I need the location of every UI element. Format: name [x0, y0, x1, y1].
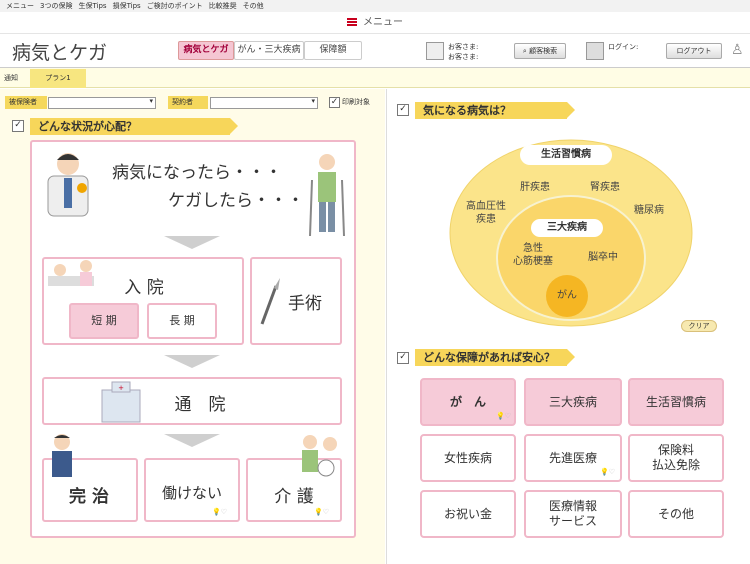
lightbulb-icon: 💡♡ — [314, 508, 329, 516]
logout-button[interactable]: ログアウト — [666, 43, 722, 59]
hospital-building-icon: + — [101, 381, 141, 423]
contractor-label: 契約者 — [168, 96, 208, 109]
top-menu-bar: メニュー 3つの保険 生保Tips 損保Tips ご検討のポイント 比較推奨 その他 — [0, 0, 750, 12]
search-icon: ⌕ — [522, 47, 527, 55]
menu-label: メニュー — [363, 17, 403, 28]
worry-section-checkbox[interactable]: ✓ — [12, 120, 24, 132]
insured-label: 被保険者 — [5, 96, 47, 109]
recovered-person-illustration — [52, 434, 72, 477]
tab-cancer-three-major[interactable]: がん・三大疾病 — [234, 41, 304, 60]
top-menu-item[interactable]: 生保Tips — [78, 2, 106, 10]
top-menu-item[interactable]: 比較推奨 — [209, 2, 237, 10]
care-label: 介 護 — [274, 487, 314, 507]
top-menu-item[interactable]: 3つの保険 — [40, 2, 72, 10]
hospital-bed-illustration — [48, 260, 94, 286]
coverage-section-title: どんな保障があれば安心？ — [415, 349, 575, 366]
lightbulb-icon: 💡♡ — [600, 468, 615, 476]
long-term-button[interactable]: 長 期 — [147, 303, 217, 339]
lightbulb-icon: 💡♡ — [212, 508, 227, 516]
lifestyle-disease-label[interactable]: 生活習慣病 — [520, 145, 612, 165]
print-checkbox[interactable]: ✓ — [329, 97, 340, 108]
customer-search-button[interactable]: ⌕ 顧客検索 — [514, 43, 566, 59]
insured-select[interactable] — [48, 97, 156, 109]
hospital-label: 入 院 — [124, 278, 164, 298]
tab-coverage-amount[interactable]: 保障額 — [304, 41, 362, 60]
disease-section-title: 気になる病気は？ — [415, 102, 575, 119]
coverage-section-checkbox[interactable]: ✓ — [397, 352, 409, 364]
intro-text-2: ケガしたら・・・ — [168, 191, 304, 211]
clear-button[interactable]: クリア — [681, 320, 717, 332]
person-icon[interactable]: ♙ — [731, 42, 744, 58]
coverage-premium-waiver-button[interactable]: 保険料 払込免除 — [628, 434, 724, 482]
flow-arrow-icon — [164, 355, 220, 368]
login-label: ログイン: — [608, 43, 639, 51]
recovery-label: 完 治 — [69, 487, 109, 507]
lightbulb-icon: 💡♡ — [496, 412, 511, 420]
coverage-medical-info-button[interactable]: 医療情報 サービス — [524, 490, 622, 538]
left-section-title: どんな状況が心配？ — [30, 118, 238, 135]
top-menu-item[interactable]: ご検討のポイント — [147, 2, 203, 10]
customer-search-label: 顧客検索 — [529, 47, 558, 55]
flow-arrow-icon — [164, 236, 220, 249]
cannot-work-label: 働けない — [161, 484, 222, 502]
three-major-disease-label[interactable]: 三大疾病 — [531, 219, 603, 237]
cancer-option[interactable]: がん — [546, 289, 588, 302]
tab-notice[interactable]: 通知 — [4, 71, 18, 85]
outpatient-label: 通 院 — [174, 395, 226, 415]
short-term-button[interactable]: 短 期 — [69, 303, 139, 339]
page-title: 病気とケガ — [12, 42, 108, 64]
user-avatar-icon — [586, 42, 604, 60]
coverage-celebration-button[interactable]: お祝い金 — [420, 490, 516, 538]
kidney-disease-option[interactable]: 腎疾患 — [580, 181, 630, 194]
intro-text-1: 病気になったら・・・ — [112, 163, 282, 183]
surgery-label: 手術 — [288, 294, 322, 314]
plan-tabs — [0, 68, 750, 88]
top-menu-item[interactable]: その他 — [243, 2, 264, 10]
hypertension-option[interactable]: 高血圧性 疾患 — [456, 200, 516, 226]
menu-bar[interactable]: メニュー — [0, 12, 750, 34]
flow-arrow-icon — [164, 434, 220, 447]
liver-disease-option[interactable]: 肝疾患 — [510, 181, 560, 194]
doctor-illustration — [47, 153, 89, 217]
customer-label-2: お客さま: — [448, 53, 479, 61]
customer-icon — [426, 42, 444, 60]
disease-section-checkbox[interactable]: ✓ — [397, 104, 409, 116]
top-menu-item[interactable]: メニュー — [6, 2, 34, 10]
coverage-female-button[interactable]: 女性疾病 — [420, 434, 516, 482]
contractor-select[interactable] — [210, 97, 318, 109]
crutches-illustration — [309, 154, 345, 237]
top-menu-item[interactable]: 損保Tips — [113, 2, 141, 10]
coverage-other-button[interactable]: その他 — [628, 490, 724, 538]
heart-attack-option[interactable]: 急性 心筋梗塞 — [500, 242, 566, 268]
coverage-lifestyle-button[interactable]: 生活習慣病 — [628, 378, 724, 426]
coverage-three-major-button[interactable]: 三大疾病 — [524, 378, 622, 426]
print-label: 印刷対象 — [342, 98, 370, 106]
tab-illness-injury[interactable]: 病気とケガ — [178, 41, 234, 60]
stroke-option[interactable]: 脳卒中 — [578, 251, 628, 264]
care-illustration — [302, 435, 337, 477]
tab-plan1[interactable]: プラン1 — [30, 69, 86, 88]
hamburger-icon[interactable] — [347, 18, 357, 26]
svg-text:+: + — [118, 384, 124, 392]
customer-label: お客さま: — [448, 43, 479, 51]
diabetes-option[interactable]: 糖尿病 — [624, 204, 674, 217]
